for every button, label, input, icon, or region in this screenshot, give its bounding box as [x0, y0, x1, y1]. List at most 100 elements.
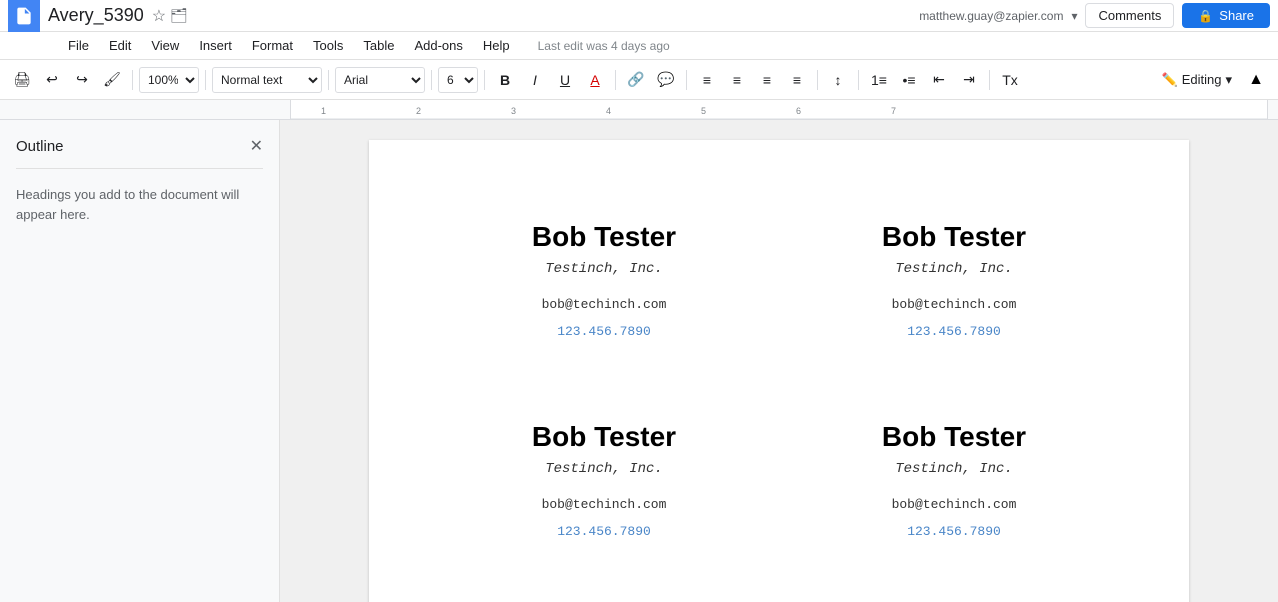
divider-3	[328, 70, 329, 90]
font-color-button[interactable]: A	[581, 66, 609, 94]
sidebar-hint: Headings you add to the document will ap…	[16, 187, 239, 222]
align-right-button[interactable]: ≡	[753, 66, 781, 94]
decrease-indent-button[interactable]: ⇤	[925, 66, 953, 94]
paint-format-button[interactable]: 🖌	[98, 66, 126, 94]
divider-1	[132, 70, 133, 90]
card-phone-0: 123.456.7890	[460, 324, 748, 339]
comment-inline-button[interactable]: 💬	[652, 66, 680, 94]
star-icon[interactable]: ☆	[152, 6, 166, 26]
svg-text:3: 3	[511, 106, 516, 116]
card-grid: Bob Tester Testinch, Inc. bob@techinch.c…	[429, 180, 1129, 580]
card-phone-2: 123.456.7890	[460, 524, 748, 539]
divider-2	[205, 70, 206, 90]
align-center-button[interactable]: ≡	[723, 66, 751, 94]
card-company-3: Testinch, Inc.	[810, 461, 1098, 477]
card-company-0: Testinch, Inc.	[460, 261, 748, 277]
top-bar: Avery_5390 ☆ 🗂 matthew.guay@zapier.com ▾…	[0, 0, 1278, 32]
font-select[interactable]: Arial	[335, 67, 425, 93]
sidebar-header: Outline ✕	[16, 136, 263, 156]
sidebar-divider	[16, 168, 263, 169]
divider-7	[686, 70, 687, 90]
svg-text:2: 2	[416, 106, 421, 116]
card-email-2: bob@techinch.com	[460, 497, 748, 512]
divider-10	[989, 70, 990, 90]
main-content: Outline ✕ Headings you add to the docume…	[0, 120, 1278, 602]
sidebar-close-button[interactable]: ✕	[250, 136, 263, 156]
link-button[interactable]: 🔗	[622, 66, 650, 94]
business-card-1: Bob Tester Testinch, Inc. bob@techinch.c…	[779, 180, 1129, 380]
menu-bar: File Edit View Insert Format Tools Table…	[0, 32, 1278, 60]
card-name-0: Bob Tester	[460, 221, 748, 253]
card-phone-1: 123.456.7890	[810, 324, 1098, 339]
pencil-icon: ✏️	[1162, 72, 1178, 88]
divider-8	[817, 70, 818, 90]
folder-icon[interactable]: 🗂	[170, 7, 188, 24]
toolbar: 🖨 ↩ ↪ 🖌 100% Normal text Arial 6 B I U A…	[0, 60, 1278, 100]
style-select[interactable]: Normal text	[212, 67, 322, 93]
share-button[interactable]: 🔒 Share	[1182, 3, 1270, 28]
top-bar-right: matthew.guay@zapier.com ▾ Comments 🔒 Sha…	[919, 3, 1270, 28]
collapse-toolbar-button[interactable]: ▲	[1242, 66, 1270, 94]
menu-table[interactable]: Table	[355, 36, 402, 55]
menu-format[interactable]: Format	[244, 36, 301, 55]
align-justify-button[interactable]: ≡	[783, 66, 811, 94]
divider-9	[858, 70, 859, 90]
svg-text:5: 5	[701, 106, 706, 116]
share-label: Share	[1219, 8, 1254, 23]
last-edit-label: Last edit was 4 days ago	[538, 39, 670, 53]
svg-text:4: 4	[606, 106, 611, 116]
card-email-3: bob@techinch.com	[810, 497, 1098, 512]
menu-view[interactable]: View	[143, 36, 187, 55]
card-email-1: bob@techinch.com	[810, 297, 1098, 312]
print-button[interactable]: 🖨	[8, 66, 36, 94]
user-email: matthew.guay@zapier.com	[919, 9, 1063, 23]
divider-4	[431, 70, 432, 90]
underline-button[interactable]: U	[551, 66, 579, 94]
line-spacing-button[interactable]: ↕	[824, 66, 852, 94]
redo-button[interactable]: ↪	[68, 66, 96, 94]
editing-mode[interactable]: ✏️ Editing ▾	[1154, 70, 1240, 90]
menu-insert[interactable]: Insert	[191, 36, 240, 55]
sidebar-title: Outline	[16, 138, 64, 155]
card-phone-3: 123.456.7890	[810, 524, 1098, 539]
svg-text:7: 7	[891, 106, 896, 116]
editing-label: Editing	[1182, 72, 1222, 87]
document-area[interactable]: Bob Tester Testinch, Inc. bob@techinch.c…	[280, 120, 1278, 602]
zoom-select[interactable]: 100%	[139, 67, 199, 93]
bold-button[interactable]: B	[491, 66, 519, 94]
outline-sidebar: Outline ✕ Headings you add to the docume…	[0, 120, 280, 602]
svg-text:6: 6	[796, 106, 801, 116]
business-card-2: Bob Tester Testinch, Inc. bob@techinch.c…	[429, 380, 779, 580]
menu-file[interactable]: File	[60, 36, 97, 55]
menu-tools[interactable]: Tools	[305, 36, 351, 55]
comments-button[interactable]: Comments	[1085, 3, 1174, 28]
card-company-1: Testinch, Inc.	[810, 261, 1098, 277]
lock-icon: 🔒	[1198, 9, 1213, 23]
align-left-button[interactable]: ≡	[693, 66, 721, 94]
card-company-2: Testinch, Inc.	[460, 461, 748, 477]
dropdown-arrow-user: ▾	[1071, 9, 1077, 23]
card-email-0: bob@techinch.com	[460, 297, 748, 312]
clear-formatting-button[interactable]: Tx	[996, 66, 1024, 94]
menu-edit[interactable]: Edit	[101, 36, 139, 55]
editing-dropdown-arrow: ▾	[1225, 72, 1232, 88]
bulleted-list-button[interactable]: •≡	[895, 66, 923, 94]
font-size-select[interactable]: 6	[438, 67, 478, 93]
menu-addons[interactable]: Add-ons	[406, 36, 470, 55]
italic-button[interactable]: I	[521, 66, 549, 94]
card-name-3: Bob Tester	[810, 421, 1098, 453]
doc-title: Avery_5390	[48, 5, 144, 26]
ruler: 1 2 3 4 5 6 7	[0, 100, 1278, 120]
undo-button[interactable]: ↩	[38, 66, 66, 94]
svg-text:1: 1	[321, 106, 326, 116]
menu-help[interactable]: Help	[475, 36, 518, 55]
increase-indent-button[interactable]: ⇥	[955, 66, 983, 94]
business-card-0: Bob Tester Testinch, Inc. bob@techinch.c…	[429, 180, 779, 380]
divider-6	[615, 70, 616, 90]
divider-5	[484, 70, 485, 90]
numbered-list-button[interactable]: 1≡	[865, 66, 893, 94]
ruler-inner: 1 2 3 4 5 6 7	[290, 100, 1268, 119]
business-card-3: Bob Tester Testinch, Inc. bob@techinch.c…	[779, 380, 1129, 580]
card-name-2: Bob Tester	[460, 421, 748, 453]
document-page: Bob Tester Testinch, Inc. bob@techinch.c…	[369, 140, 1189, 602]
